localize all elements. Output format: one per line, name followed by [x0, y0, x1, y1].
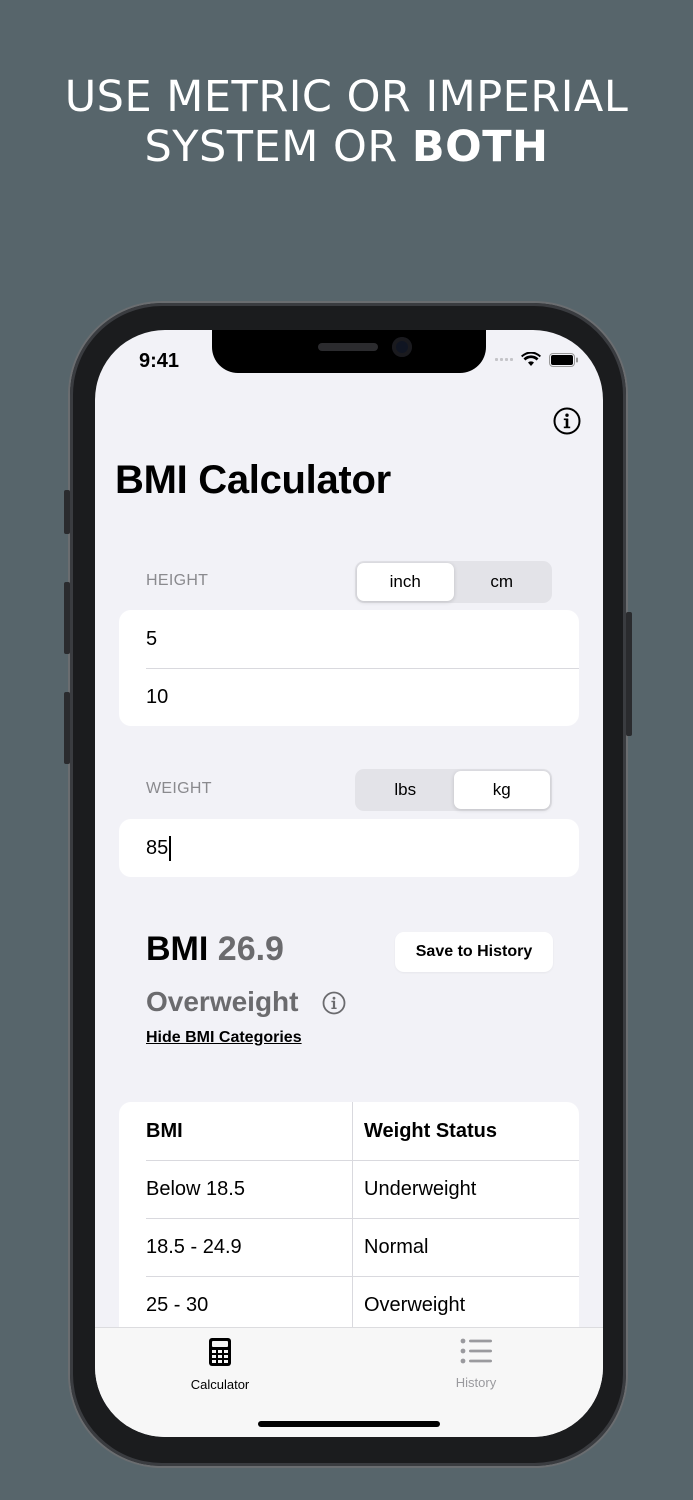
phone-volume-up: [64, 582, 70, 654]
wifi-icon: [521, 352, 541, 366]
calculator-icon: [209, 1338, 231, 1366]
table-row: Below 18.5 Underweight: [119, 1160, 579, 1218]
tab-calculator[interactable]: Calculator: [140, 1338, 300, 1392]
tab-calculator-label: Calculator: [190, 1377, 250, 1392]
weight-unit-kg[interactable]: kg: [453, 771, 550, 809]
page-title: BMI Calculator: [115, 458, 391, 502]
phone-volume-down: [64, 692, 70, 764]
table-cell-status: Underweight: [364, 1177, 477, 1200]
notch: [212, 330, 486, 373]
status-time: 9:41: [139, 350, 180, 372]
height-feet-input[interactable]: 5: [119, 610, 579, 668]
height-unit-selector[interactable]: inch cm: [355, 561, 552, 603]
promo-line-2-prefix: SYSTEM OR: [144, 122, 412, 172]
table-cell-bmi: 25 - 30: [119, 1276, 353, 1334]
home-indicator: [258, 1421, 440, 1427]
battery-icon: [549, 352, 578, 367]
bmi-value: 26.9: [217, 930, 284, 968]
info-circle-icon[interactable]: [553, 407, 581, 435]
hide-bmi-categories-link[interactable]: Hide BMI Categories: [146, 1029, 302, 1047]
bmi-categories-table: BMI Weight Status Below 18.5 Underweight…: [119, 1102, 579, 1334]
table-header-bmi: BMI: [119, 1102, 353, 1160]
front-camera: [392, 337, 412, 357]
table-header-weight-status: Weight Status: [364, 1119, 497, 1142]
bmi-category: Overweight: [146, 986, 299, 1017]
text-cursor: [169, 835, 172, 861]
bmi-result: BMI 26.9: [146, 930, 284, 969]
cellular-signal-icon: [495, 358, 513, 361]
table-header-row: BMI Weight Status: [119, 1102, 579, 1160]
table-cell-status: Overweight: [364, 1293, 466, 1316]
save-to-history-button[interactable]: Save to History: [395, 932, 553, 972]
table-row: 25 - 30 Overweight: [119, 1276, 579, 1334]
height-inches-input[interactable]: 10: [119, 668, 579, 726]
tab-history[interactable]: History: [396, 1338, 556, 1390]
promo-line-2-bold: BOTH: [411, 122, 549, 172]
weight-input-group: 85: [119, 819, 579, 877]
bmi-label: BMI: [146, 930, 209, 968]
promo-line-1: USE METRIC OR IMPERIAL: [64, 72, 629, 122]
weight-unit-lbs[interactable]: lbs: [357, 771, 454, 809]
weight-input-value: 85: [146, 836, 169, 859]
table-cell-bmi: 18.5 - 24.9: [119, 1218, 353, 1276]
table-cell-bmi: Below 18.5: [119, 1160, 353, 1218]
category-info-icon[interactable]: [322, 991, 346, 1015]
table-cell-status: Normal: [364, 1235, 429, 1258]
phone-power-button: [626, 612, 632, 736]
speaker-grille: [318, 343, 378, 351]
height-unit-cm[interactable]: cm: [454, 563, 551, 601]
app-screen: 9:41 BMI Calculator HEIGHT inch cm 5 10: [95, 330, 603, 1437]
height-label: HEIGHT: [146, 572, 209, 589]
promo-headline: USE METRIC OR IMPERIAL SYSTEM OR BOTH: [0, 72, 693, 172]
height-unit-inch[interactable]: inch: [357, 563, 454, 601]
list-icon: [460, 1338, 492, 1364]
status-indicators: [495, 352, 579, 367]
tab-history-label: History: [455, 1375, 497, 1390]
phone-silent-switch: [64, 490, 70, 534]
weight-input[interactable]: 85: [119, 819, 579, 877]
weight-label: WEIGHT: [146, 780, 212, 797]
table-row: 18.5 - 24.9 Normal: [119, 1218, 579, 1276]
weight-unit-selector[interactable]: lbs kg: [355, 769, 552, 811]
height-input-group: 5 10: [119, 610, 579, 726]
promo-line-2: SYSTEM OR BOTH: [0, 122, 693, 172]
